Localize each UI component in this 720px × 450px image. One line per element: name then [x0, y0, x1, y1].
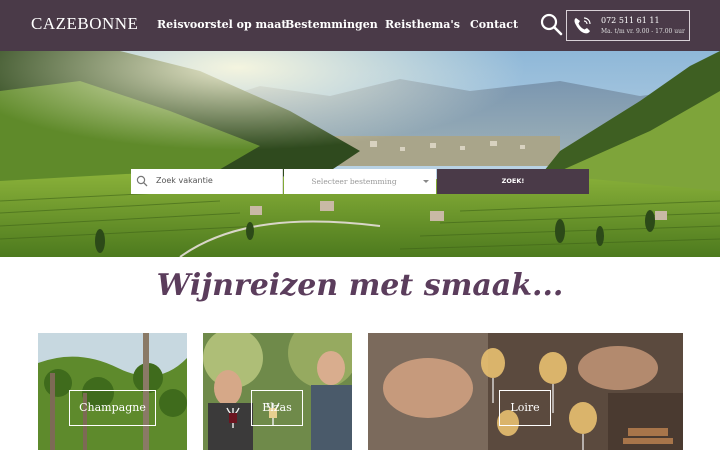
site-header: CAZEBONNE Reisvoorstel op maat Bestemmin… — [0, 0, 720, 51]
destination-card-loire[interactable]: Loire — [368, 333, 683, 450]
nav-item-reisvoorstel[interactable]: Reisvoorstel op maat — [157, 18, 287, 31]
nav-item-contact[interactable]: Contact — [470, 18, 518, 31]
search-icon — [136, 175, 148, 187]
destination-select[interactable]: Selecteer bestemming — [284, 169, 436, 194]
phone-contact-box[interactable]: 072 511 61 11 Ma. t/m vr. 9.00 - 17.00 u… — [566, 10, 690, 41]
phone-number[interactable]: 072 511 61 11 — [601, 16, 660, 25]
destination-placeholder: Selecteer bestemming — [311, 177, 397, 186]
chevron-down-icon — [423, 180, 429, 183]
phone-hours: Ma. t/m vr. 9.00 - 17.00 uur — [601, 28, 685, 35]
site-logo[interactable]: CAZEBONNE — [31, 14, 138, 34]
destination-card-champagne[interactable]: Champagne — [38, 333, 187, 450]
hero-landscape-image — [0, 51, 720, 257]
card-label-loire: Loire — [499, 390, 551, 426]
card-label-champagne: Champagne — [69, 390, 156, 426]
search-icon[interactable] — [539, 12, 565, 38]
nav-item-bestemmingen[interactable]: Bestemmingen — [285, 18, 378, 31]
card-label-elzas: Elzas — [251, 390, 303, 426]
search-input[interactable]: Zoek vakantie — [131, 169, 283, 194]
nav-item-reisthemas[interactable]: Reisthema's — [385, 18, 460, 31]
phone-icon — [571, 15, 593, 37]
page-headline: Wijnreizen met smaak... — [156, 268, 564, 303]
search-placeholder: Zoek vakantie — [156, 176, 213, 185]
hero-banner: Zoek vakantie Selecteer bestemming ZOEK! — [0, 51, 720, 257]
search-bar: Zoek vakantie Selecteer bestemming ZOEK! — [131, 169, 589, 194]
search-submit-button[interactable]: ZOEK! — [437, 169, 589, 194]
destination-card-elzas[interactable]: Elzas — [203, 333, 352, 450]
